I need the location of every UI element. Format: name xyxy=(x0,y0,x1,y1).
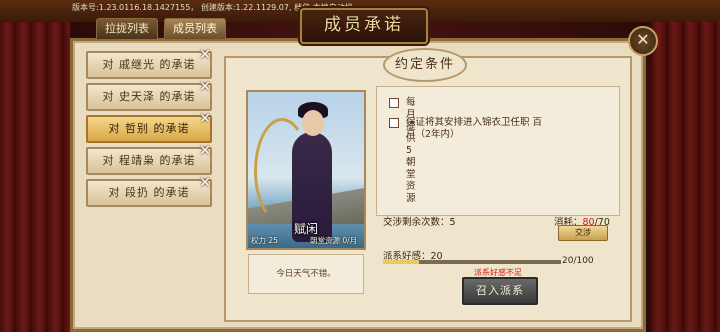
condition-text: 每月提供 5 朝堂资源 xyxy=(406,97,416,204)
favor-progress-bar xyxy=(383,260,561,264)
negotiation-count: 5 xyxy=(449,217,456,228)
badge-icon: ✕ xyxy=(199,111,211,127)
negotiation-label: 交涉剩余次数： xyxy=(383,217,450,228)
character-head-art xyxy=(302,110,324,136)
badge-icon: ✕ xyxy=(199,79,211,95)
promise-item-shi-tianze[interactable]: 对 史天泽 的承诺 xyxy=(86,83,212,111)
character-resource: 朝堂资源 0/月 xyxy=(310,236,358,245)
tab-member-list[interactable]: 成员列表 xyxy=(164,18,226,39)
badge-icon: ✕ xyxy=(199,175,211,191)
badge-icon: ✕ xyxy=(199,143,211,159)
conditions-title: 约定条件 xyxy=(383,48,467,82)
character-card[interactable]: 赋闲 权力 25 朝堂资源 0/月 xyxy=(246,90,366,250)
negotiate-button[interactable]: 交涉 xyxy=(558,225,608,241)
weather-message: 今日天气不错。 xyxy=(248,254,364,294)
negotiation-remaining: 交涉剩余次数：5 xyxy=(383,214,456,228)
checkbox[interactable] xyxy=(389,118,399,128)
window-title: 成员承诺 xyxy=(324,15,404,35)
summon-to-faction-button[interactable]: 召入派系 xyxy=(462,277,538,305)
character-force: 权力 25 xyxy=(251,236,278,245)
promise-item-cheng-jingxiao[interactable]: 对 程靖枭 的承诺 xyxy=(86,147,212,175)
condition-text: 保证将其安排进入锦衣卫任职 百 xyxy=(406,117,543,128)
promise-item-qi-jiguang[interactable]: 对 戚继光 的承诺 xyxy=(86,51,212,79)
right-curtain xyxy=(650,0,720,332)
window-title-plaque: 成员承诺 xyxy=(300,8,428,44)
favor-progress-text: 20/100 xyxy=(562,256,594,266)
condition-text-continued: 户（2年内） xyxy=(406,129,460,140)
tab-recruit-list[interactable]: 拉拢列表 xyxy=(96,18,158,39)
game-screen: 版本号:1.23.0116.18.1427155， 创建版本:1.22.1129… xyxy=(0,0,720,332)
favor-progress-fill xyxy=(383,260,419,264)
promise-item-duan-reng[interactable]: 对 段扔 的承诺 xyxy=(86,179,212,207)
close-button[interactable]: ✕ xyxy=(628,26,658,56)
checkbox[interactable] xyxy=(389,98,399,108)
left-curtain xyxy=(0,0,70,332)
condition-item[interactable]: 保证将其安排进入锦衣卫任职 百 户（2年内） xyxy=(389,117,617,143)
promise-item-zhebie[interactable]: 对 哲别 的承诺 xyxy=(86,115,212,143)
conditions-list: 每月提供 5 朝堂资源 保证将其安排进入锦衣卫任职 百 户（2年内） xyxy=(376,86,620,216)
badge-icon: ✕ xyxy=(199,47,211,63)
close-icon: ✕ xyxy=(636,30,650,49)
